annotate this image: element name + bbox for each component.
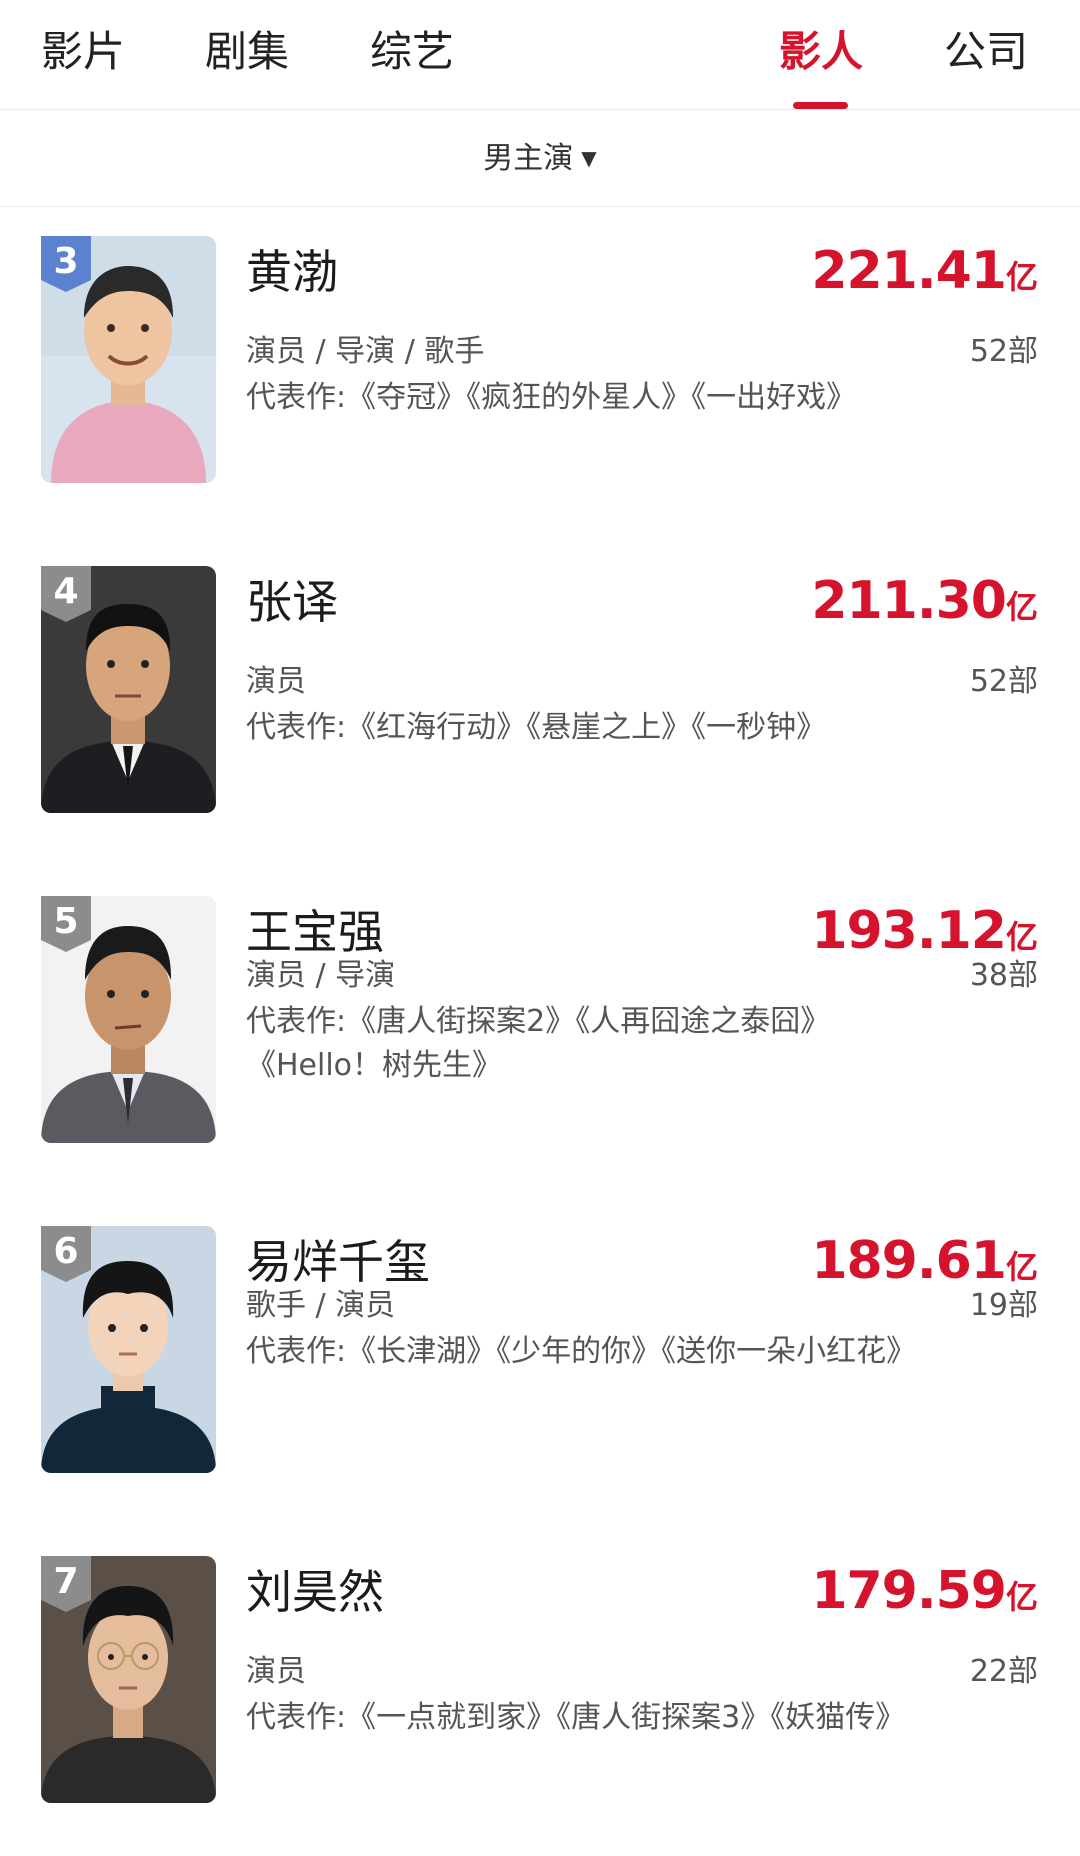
list-item[interactable]: 4 张译 211.30亿 演员 52部 代表作:《红海行动》《悬崖之上》《一秒钟…	[0, 536, 1080, 866]
actor-name: 张译	[246, 575, 338, 629]
box-office-unit: 亿	[1005, 918, 1038, 956]
actor-roles: 歌手 / 演员	[246, 1288, 396, 1323]
rank-number: 4	[53, 571, 79, 612]
actor-roles: 演员	[246, 1654, 306, 1689]
tab-companies[interactable]: 公司	[944, 22, 1028, 82]
rank-badge: 7	[41, 1556, 91, 1612]
box-office: 211.30亿	[811, 570, 1038, 638]
rank-badge: 3	[41, 236, 91, 292]
box-office-value: 221.41	[811, 241, 1007, 301]
box-office-unit: 亿	[1005, 1578, 1038, 1616]
category-tabs: 影片 剧集 综艺 影人 公司	[0, 0, 1080, 110]
actor-name: 刘昊然	[246, 1565, 384, 1619]
filter-bar: 男主演 ▼	[0, 110, 1080, 207]
rank-number: 3	[53, 241, 79, 282]
box-office: 179.59亿	[811, 1560, 1038, 1628]
box-office-unit: 亿	[1005, 258, 1038, 296]
tab-films[interactable]: 影片	[41, 22, 125, 82]
tab-people[interactable]: 影人	[779, 22, 863, 82]
representative-works: 代表作:《红海行动》《悬崖之上》《一秒钟》	[246, 710, 827, 745]
film-count: 38部	[969, 958, 1038, 993]
box-office-unit: 亿	[1005, 1248, 1038, 1286]
film-count: 52部	[969, 334, 1038, 369]
representative-works: 代表作:《一点就到家》《唐人街探案3》《妖猫传》	[246, 1700, 906, 1735]
rank-number: 6	[53, 1231, 79, 1272]
rank-number: 7	[53, 1561, 79, 1602]
film-count: 22部	[969, 1654, 1038, 1689]
list-item[interactable]: 5 王宝强 193.12亿 演员 / 导演 38部 代表作:《唐人街探案2》《人…	[0, 866, 1080, 1196]
list-item[interactable]: 7 刘昊然 179.59亿 演员 22部 代表作:《一点就到家》《唐人街探案3》…	[0, 1526, 1080, 1856]
actor-roles: 演员 / 导演 / 歌手	[246, 334, 485, 369]
representative-works: 代表作:《长津湖》《少年的你》《送你一朵小红花》	[246, 1334, 917, 1369]
box-office-value: 179.59	[811, 1561, 1007, 1621]
actor-name: 黄渤	[246, 245, 338, 299]
actor-roles: 演员	[246, 664, 306, 699]
tab-series[interactable]: 剧集	[205, 22, 289, 82]
list-item[interactable]: 3 黄渤 221.41亿 演员 / 导演 / 歌手 52部 代表作:《夺冠》《疯…	[0, 206, 1080, 536]
box-office-unit: 亿	[1005, 588, 1038, 626]
actor-name: 王宝强	[246, 905, 384, 959]
role-filter-dropdown[interactable]: 男主演 ▼	[0, 134, 1080, 183]
box-office-value: 211.30	[811, 571, 1007, 631]
box-office-value: 189.61	[811, 1231, 1007, 1291]
active-tab-indicator	[793, 102, 848, 109]
film-count: 19部	[969, 1288, 1038, 1323]
caret-down-icon: ▼	[581, 146, 597, 170]
box-office-value: 193.12	[811, 901, 1007, 961]
rank-badge: 6	[41, 1226, 91, 1282]
representative-works: 代表作:《夺冠》《疯狂的外星人》《一出好戏》	[246, 380, 857, 415]
film-count: 52部	[969, 664, 1038, 699]
representative-works: 代表作:《唐人街探案2》《人再囧途之泰囧》《Hello！树先生》	[246, 1004, 831, 1083]
box-office: 221.41亿	[811, 240, 1038, 308]
role-filter-label: 男主演	[483, 141, 574, 176]
rank-badge: 5	[41, 896, 91, 952]
rank-number: 5	[53, 901, 79, 942]
actor-name: 易烊千玺	[246, 1235, 430, 1289]
list-item[interactable]: 6 易烊千玺 189.61亿 歌手 / 演员 19部 代表作:《长津湖》《少年的…	[0, 1196, 1080, 1526]
tab-variety[interactable]: 综艺	[370, 22, 454, 82]
actor-roles: 演员 / 导演	[246, 958, 396, 993]
rank-badge: 4	[41, 566, 91, 622]
